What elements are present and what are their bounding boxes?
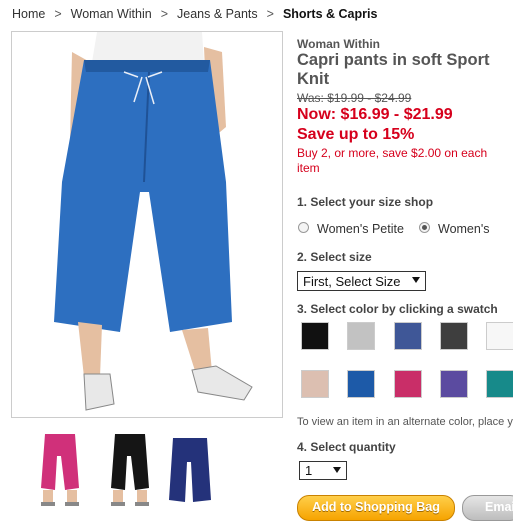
add-to-bag-button[interactable]: Add to Shopping Bag <box>297 495 455 521</box>
breadcrumb-separator: > <box>266 7 274 21</box>
quantity-select-value: 1 <box>305 463 313 478</box>
thumbnail-black[interactable] <box>97 428 163 510</box>
breadcrumb-woman-within[interactable]: Woman Within <box>71 7 152 21</box>
thumbnail-magenta[interactable] <box>27 428 93 510</box>
radio-womens-petite-label[interactable]: Women's Petite <box>317 222 404 236</box>
color-swatch-denim[interactable] <box>394 322 422 350</box>
chevron-down-icon <box>333 467 341 473</box>
color-swatch-tan[interactable] <box>301 370 329 398</box>
save-text: Save up to 15% <box>297 126 415 143</box>
radio-womens-label[interactable]: Women's <box>438 222 489 236</box>
size-select-value: First, Select Size <box>303 274 401 289</box>
breadcrumb-separator: > <box>54 7 62 21</box>
thumbnail-magenta-image <box>41 434 79 506</box>
radio-womens[interactable] <box>419 222 430 233</box>
size-shop-label: 1. Select your size shop <box>297 195 434 209</box>
promo-text: Buy 2, or more, save $2.00 on each item <box>297 146 488 175</box>
color-swatch-charcoal[interactable] <box>440 322 468 350</box>
color-swatch-raspberry[interactable] <box>394 370 422 398</box>
breadcrumb-separator: > <box>160 7 169 21</box>
breadcrumb: Home > Woman Within > Jeans & Pants > Shorts &… <box>12 7 377 21</box>
alternate-color-note: To view an item in an alternate color, p… <box>297 416 513 428</box>
color-swatch-blue[interactable] <box>347 370 375 398</box>
thumbnail-black-image <box>111 434 149 506</box>
quantity-select[interactable]: 1 <box>299 461 347 480</box>
was-price: Was: $19.99 - $24.99 <box>297 91 412 105</box>
color-label: 3. Select color by clicking a swatch <box>297 302 498 316</box>
email-button[interactable]: Emai <box>462 495 513 521</box>
chevron-down-icon <box>412 277 420 283</box>
product-title: Capri pants in soft Sport Knit <box>297 51 490 88</box>
color-swatch-black[interactable] <box>301 322 329 350</box>
product-main-image[interactable] <box>11 31 283 418</box>
color-swatch-white[interactable] <box>486 322 513 350</box>
quantity-label: 4. Select quantity <box>297 440 396 454</box>
color-swatch-gray[interactable] <box>347 322 375 350</box>
product-illustration <box>54 32 253 411</box>
radio-womens-petite[interactable] <box>298 222 309 233</box>
product-brand[interactable]: Woman Within <box>297 37 380 51</box>
breadcrumb-current: Shorts & Capris <box>282 7 378 21</box>
color-swatch-purple[interactable] <box>440 370 468 398</box>
thumbnail-navy-image <box>169 438 211 502</box>
thumbnail-navy[interactable] <box>157 428 223 510</box>
thumbnail-strip <box>11 422 281 517</box>
color-swatch-teal[interactable] <box>486 370 513 398</box>
breadcrumb-home[interactable]: Home <box>12 7 45 21</box>
now-price: Now: $16.99 - $21.99 <box>297 106 453 123</box>
size-label: 2. Select size <box>297 250 372 264</box>
breadcrumb-jeans-pants[interactable]: Jeans & Pants <box>177 7 258 21</box>
size-select[interactable]: First, Select Size <box>297 271 426 291</box>
